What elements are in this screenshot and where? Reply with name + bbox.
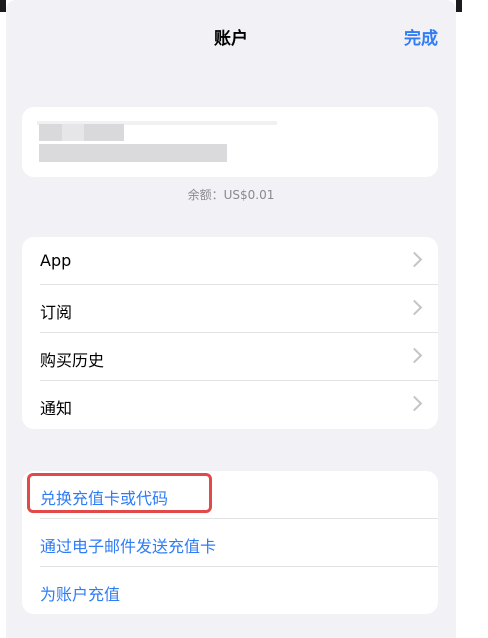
menu-item-label: 为账户充值 bbox=[40, 585, 121, 604]
menu-item-label: 通知 bbox=[40, 399, 73, 418]
page-title: 账户 bbox=[214, 29, 248, 49]
menu-item-notifications[interactable]: 通知 bbox=[22, 381, 438, 429]
menu-item-label: 订阅 bbox=[40, 303, 73, 322]
navigation-bar: 账户 完成 bbox=[6, 0, 456, 70]
account-sheet: 账户 完成 余额：US$0.01 App 订阅 购买历史 通知 兑换充值卡或代码… bbox=[6, 0, 456, 638]
redacted-email bbox=[39, 144, 227, 162]
window-edge-right bbox=[456, 0, 462, 12]
menu-item-purchase-history[interactable]: 购买历史 bbox=[22, 333, 438, 381]
menu-item-app[interactable]: App bbox=[22, 237, 438, 285]
chevron-right-icon bbox=[406, 395, 423, 412]
menu-item-redeem-gift-card[interactable]: 兑换充值卡或代码 bbox=[22, 471, 438, 519]
gift-card-menu-list: 兑换充值卡或代码 通过电子邮件发送充值卡 为账户充值 bbox=[22, 471, 438, 614]
done-button[interactable]: 完成 bbox=[404, 24, 438, 49]
redacted-name-part bbox=[62, 124, 84, 141]
chevron-right-icon bbox=[406, 347, 423, 364]
chevron-right-icon bbox=[406, 251, 423, 268]
menu-item-label: App bbox=[40, 251, 72, 270]
menu-item-subscriptions[interactable]: 订阅 bbox=[22, 285, 438, 333]
account-info-card[interactable] bbox=[22, 107, 438, 177]
menu-item-label: 购买历史 bbox=[40, 351, 105, 370]
menu-item-add-funds[interactable]: 为账户充值 bbox=[22, 567, 438, 615]
menu-item-label: 通过电子邮件发送充值卡 bbox=[40, 537, 217, 556]
chevron-right-icon bbox=[406, 299, 423, 316]
account-balance: 余额：US$0.01 bbox=[187, 188, 275, 202]
menu-item-send-gift-card-email[interactable]: 通过电子邮件发送充值卡 bbox=[22, 519, 438, 567]
menu-item-label: 兑换充值卡或代码 bbox=[40, 489, 169, 508]
main-menu-list: App 订阅 购买历史 通知 bbox=[22, 237, 438, 429]
